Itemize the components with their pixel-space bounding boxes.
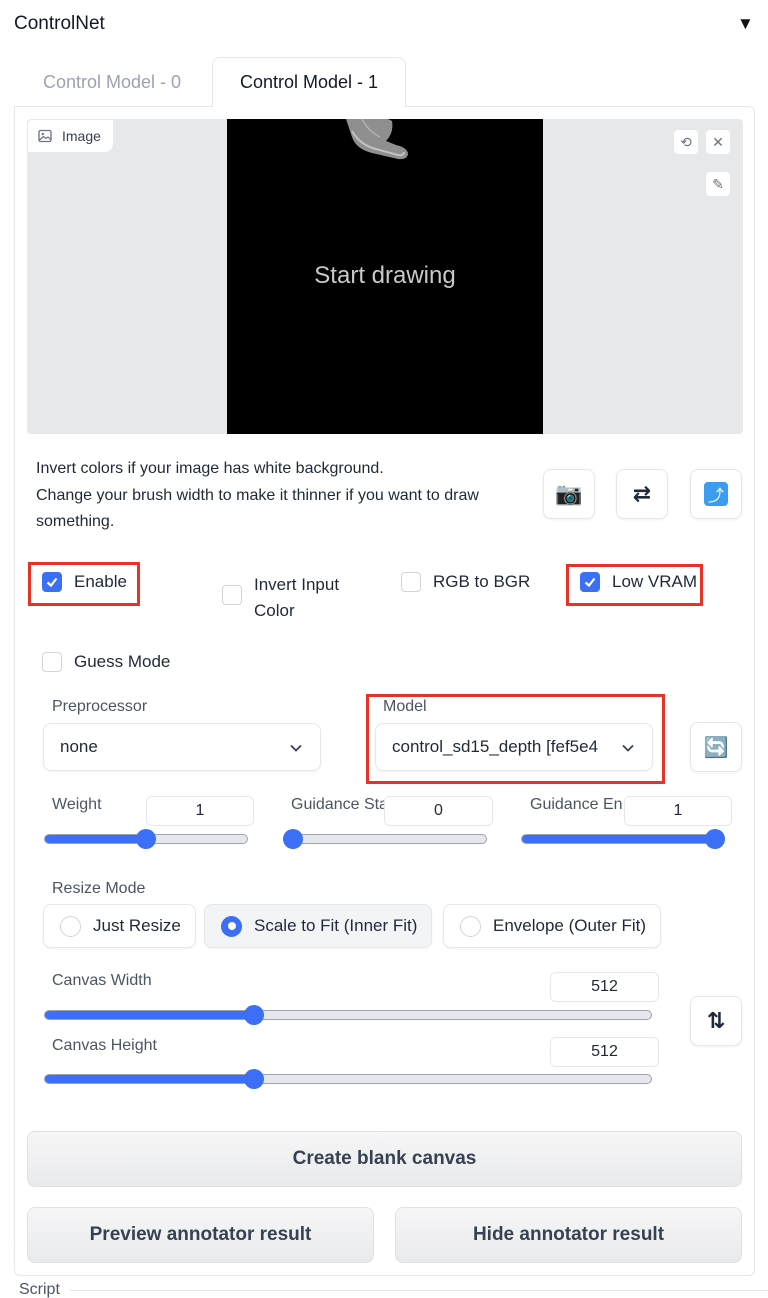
resize-option-label: Scale to Fit (Inner Fit) — [254, 916, 418, 935]
hide-annotator-button[interactable]: Hide annotator result — [395, 1207, 742, 1263]
preprocessor-value: none — [60, 737, 98, 756]
model-label: Model — [383, 698, 427, 715]
hint-text: Invert colors if your image has white ba… — [36, 456, 516, 536]
guidance-end-slider-thumb[interactable] — [705, 829, 725, 849]
script-divider — [70, 1290, 768, 1291]
model-select[interactable]: control_sd15_depth [fef5e4 — [375, 723, 653, 771]
camera-icon: 📷 — [555, 481, 583, 506]
refresh-models-button[interactable]: 🔄 — [690, 722, 742, 772]
guidance-end-input[interactable]: 1 — [624, 796, 732, 826]
chevron-down-icon — [622, 744, 634, 752]
canvas-height-slider-track[interactable] — [44, 1074, 652, 1084]
low-vram-label[interactable]: Low VRAM — [612, 572, 697, 592]
enable-checkbox[interactable] — [42, 572, 62, 592]
resize-option-label: Just Resize — [93, 916, 181, 935]
guidance-start-input[interactable]: 0 — [384, 796, 493, 826]
canvas-width-slider-fill — [45, 1011, 252, 1019]
tab-control-model-1[interactable]: Control Model - 1 — [212, 57, 406, 107]
close-icon[interactable]: ✕ — [705, 129, 731, 155]
guidance-end-slider-track[interactable] — [521, 834, 725, 844]
preprocessor-label: Preprocessor — [52, 698, 148, 715]
radio-icon — [460, 915, 481, 937]
rgb-to-bgr-label[interactable]: RGB to BGR — [433, 572, 530, 592]
resize-option-just-resize[interactable]: Just Resize — [43, 904, 196, 948]
weight-input[interactable]: 1 — [146, 796, 254, 826]
swap-button[interactable]: ⇄ — [616, 469, 668, 519]
guess-mode-checkbox[interactable] — [42, 652, 62, 672]
hint-line-1: Invert colors if your image has white ba… — [36, 460, 384, 477]
guidance-start-label: Guidance Sta — [291, 796, 386, 813]
swap-icon: ⇄ — [632, 481, 652, 506]
panel-title[interactable]: ControlNet — [14, 13, 105, 35]
canvas-height-slider-fill — [45, 1075, 252, 1083]
resize-option-scale-to-fit[interactable]: Scale to Fit (Inner Fit) — [204, 904, 432, 948]
resize-option-envelope[interactable]: Envelope (Outer Fit) — [443, 904, 661, 948]
swap-vertical-icon: ⇅ — [706, 1008, 726, 1033]
upload-button[interactable]: ⤴ — [690, 469, 742, 519]
guess-mode-label[interactable]: Guess Mode — [74, 652, 170, 672]
image-label-text: Image — [62, 128, 101, 144]
invert-input-color-label[interactable]: Invert Input Color — [254, 572, 359, 624]
canvas-height-slider-thumb[interactable] — [243, 1069, 264, 1089]
collapse-icon[interactable]: ▼ — [737, 14, 754, 34]
guidance-start-slider-thumb[interactable] — [283, 829, 303, 849]
check-icon — [584, 577, 596, 588]
canvas-width-label: Canvas Width — [52, 972, 152, 989]
tab-control-model-0[interactable]: Control Model - 0 — [14, 57, 210, 107]
swap-dimensions-button[interactable]: ⇅ — [690, 996, 742, 1046]
hand-depth-image — [346, 119, 408, 160]
create-blank-canvas-button[interactable]: Create blank canvas — [27, 1131, 742, 1187]
check-icon — [46, 577, 58, 588]
script-label: Script — [19, 1281, 60, 1298]
canvas-height-label: Canvas Height — [52, 1037, 157, 1054]
guidance-start-slider-track[interactable] — [283, 834, 487, 844]
weight-label: Weight — [52, 796, 102, 813]
camera-button[interactable]: 📷 — [543, 469, 595, 519]
canvas-width-slider-thumb[interactable] — [243, 1005, 264, 1025]
canvas-placeholder: Start drawing — [314, 262, 456, 289]
canvas-width-slider-track[interactable] — [44, 1010, 652, 1020]
refresh-icon: 🔄 — [703, 736, 729, 759]
preprocessor-select[interactable]: none — [43, 723, 321, 771]
image-label: Image — [28, 120, 113, 152]
resize-option-label: Envelope (Outer Fit) — [493, 916, 647, 935]
guidance-end-label: Guidance En — [530, 796, 623, 813]
low-vram-checkbox[interactable] — [580, 572, 600, 592]
image-icon — [38, 129, 52, 143]
model-value: control_sd15_depth [fef5e4 — [392, 737, 599, 756]
guidance-end-slider-fill — [522, 835, 724, 843]
enable-label[interactable]: Enable — [74, 572, 127, 592]
radio-icon — [60, 915, 81, 937]
upload-icon: ⤴ — [704, 482, 728, 506]
chevron-down-icon — [290, 744, 302, 752]
undo-icon[interactable]: ⟲ — [673, 129, 699, 155]
preview-annotator-button[interactable]: Preview annotator result — [27, 1207, 374, 1263]
canvas-width-input[interactable]: 512 — [550, 972, 659, 1002]
rgb-to-bgr-checkbox[interactable] — [401, 572, 421, 592]
canvas-height-input[interactable]: 512 — [550, 1037, 659, 1067]
weight-slider-fill — [45, 835, 146, 843]
hint-line-2: Change your brush width to make it thinn… — [36, 486, 479, 531]
radio-selected-icon — [221, 915, 242, 937]
invert-input-color-checkbox[interactable] — [222, 585, 242, 605]
brush-icon[interactable]: ✎ — [705, 171, 731, 197]
weight-slider-thumb[interactable] — [136, 829, 156, 849]
resize-mode-label: Resize Mode — [52, 880, 146, 897]
